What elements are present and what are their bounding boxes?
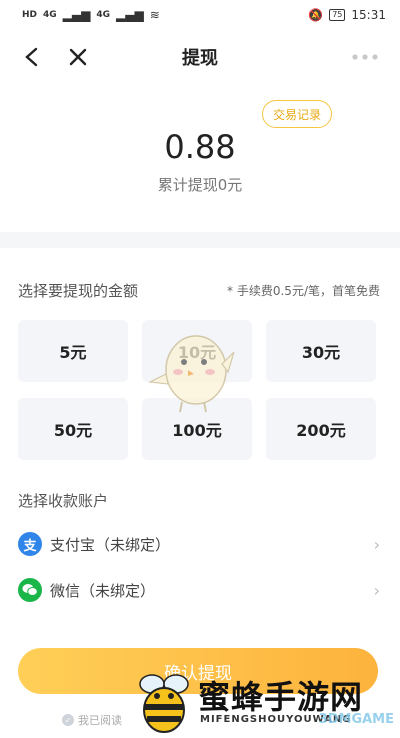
signal-1-icon: 4G — [43, 10, 57, 20]
battery-icon: 75 — [329, 9, 346, 21]
confirm-withdraw-button[interactable]: 确认提现 — [18, 648, 378, 694]
amount-option-30[interactable]: 30元 — [266, 320, 376, 382]
clock: 15:31 — [351, 8, 386, 22]
check-icon[interactable]: ✓ — [62, 714, 74, 726]
more-icon[interactable] — [350, 44, 380, 70]
amount-option-5[interactable]: 5元 — [18, 320, 128, 382]
amount-option-50[interactable]: 50元 — [18, 398, 128, 460]
account-row-wechat[interactable]: 微信（未绑定） › — [18, 574, 380, 606]
amount-option-100[interactable]: 100元 — [142, 398, 252, 460]
status-bar: HD 4G ▂▄▆ 4G ▂▄▆ ≋ 🔕 75 15:31 — [0, 0, 400, 30]
alipay-label: 支付宝（未绑定） — [50, 535, 171, 554]
amount-section-title: 选择要提现的金额 — [18, 282, 139, 300]
amount-option-200[interactable]: 200元 — [266, 398, 376, 460]
alipay-icon: 支 — [18, 532, 42, 556]
signal-bars-icon: ▂▄▆ — [116, 8, 144, 22]
fee-note: * 手续费0.5元/笔，首笔免费 — [227, 284, 380, 298]
balance-amount: 0.88 — [164, 128, 236, 166]
signal-2-icon: 4G — [96, 10, 111, 20]
status-right: 🔕 75 15:31 — [308, 8, 386, 22]
wechat-label: 微信（未绑定） — [50, 581, 156, 600]
close-icon[interactable] — [65, 44, 91, 70]
account-row-alipay[interactable]: 支 支付宝（未绑定） › — [18, 528, 380, 560]
agreement-row[interactable]: ✓ 我已阅读 — [62, 712, 122, 728]
nav-bar: 提现 — [0, 30, 400, 84]
wifi-icon: ≋ — [149, 8, 160, 22]
hd-indicator: HD — [22, 10, 38, 20]
wechat-icon — [18, 578, 42, 602]
page-title: 提现 — [182, 48, 218, 69]
agreement-text: 我已阅读 — [78, 714, 122, 727]
signal-bars-icon: ▂▄▆ — [62, 8, 91, 22]
amount-option-10[interactable]: 10元 — [142, 320, 252, 382]
amount-options: 5元 10元 30元 50元 100元 200元 — [18, 320, 376, 460]
mute-icon: 🔕 — [308, 8, 324, 22]
total-withdrawn: 累计提现0元 — [157, 176, 243, 194]
account-section-header: 选择收款账户 — [18, 490, 380, 511]
transaction-record-button[interactable]: 交易记录 — [261, 100, 332, 128]
chevron-right-icon: › — [373, 534, 380, 554]
chevron-right-icon: › — [373, 580, 380, 600]
amount-section-header: 选择要提现的金额 * 手续费0.5元/笔，首笔免费 — [18, 280, 380, 301]
back-icon[interactable] — [18, 44, 44, 70]
balance-summary: 交易记录 0.88 累计提现0元 — [0, 84, 400, 232]
account-section-title: 选择收款账户 — [18, 492, 109, 510]
status-left: HD 4G ▂▄▆ 4G ▂▄▆ ≋ — [22, 8, 160, 22]
